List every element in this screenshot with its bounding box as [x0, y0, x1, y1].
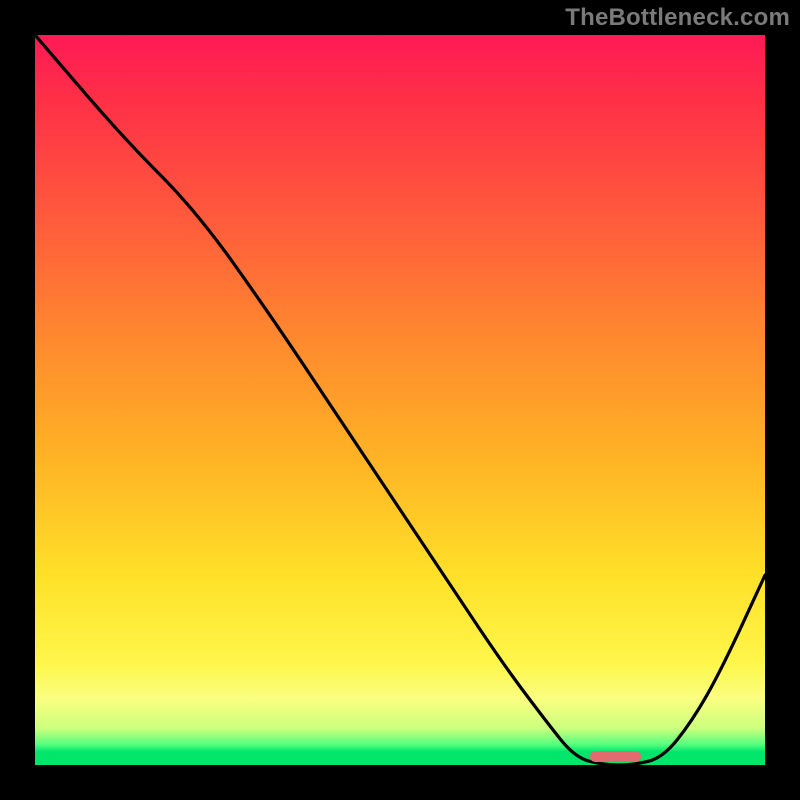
curve-svg — [35, 35, 765, 765]
plot-area — [35, 35, 765, 765]
minimum-marker — [590, 751, 641, 762]
bottleneck-curve-path — [35, 35, 765, 765]
chart-frame: TheBottleneck.com — [0, 0, 800, 800]
watermark-text: TheBottleneck.com — [565, 4, 790, 32]
